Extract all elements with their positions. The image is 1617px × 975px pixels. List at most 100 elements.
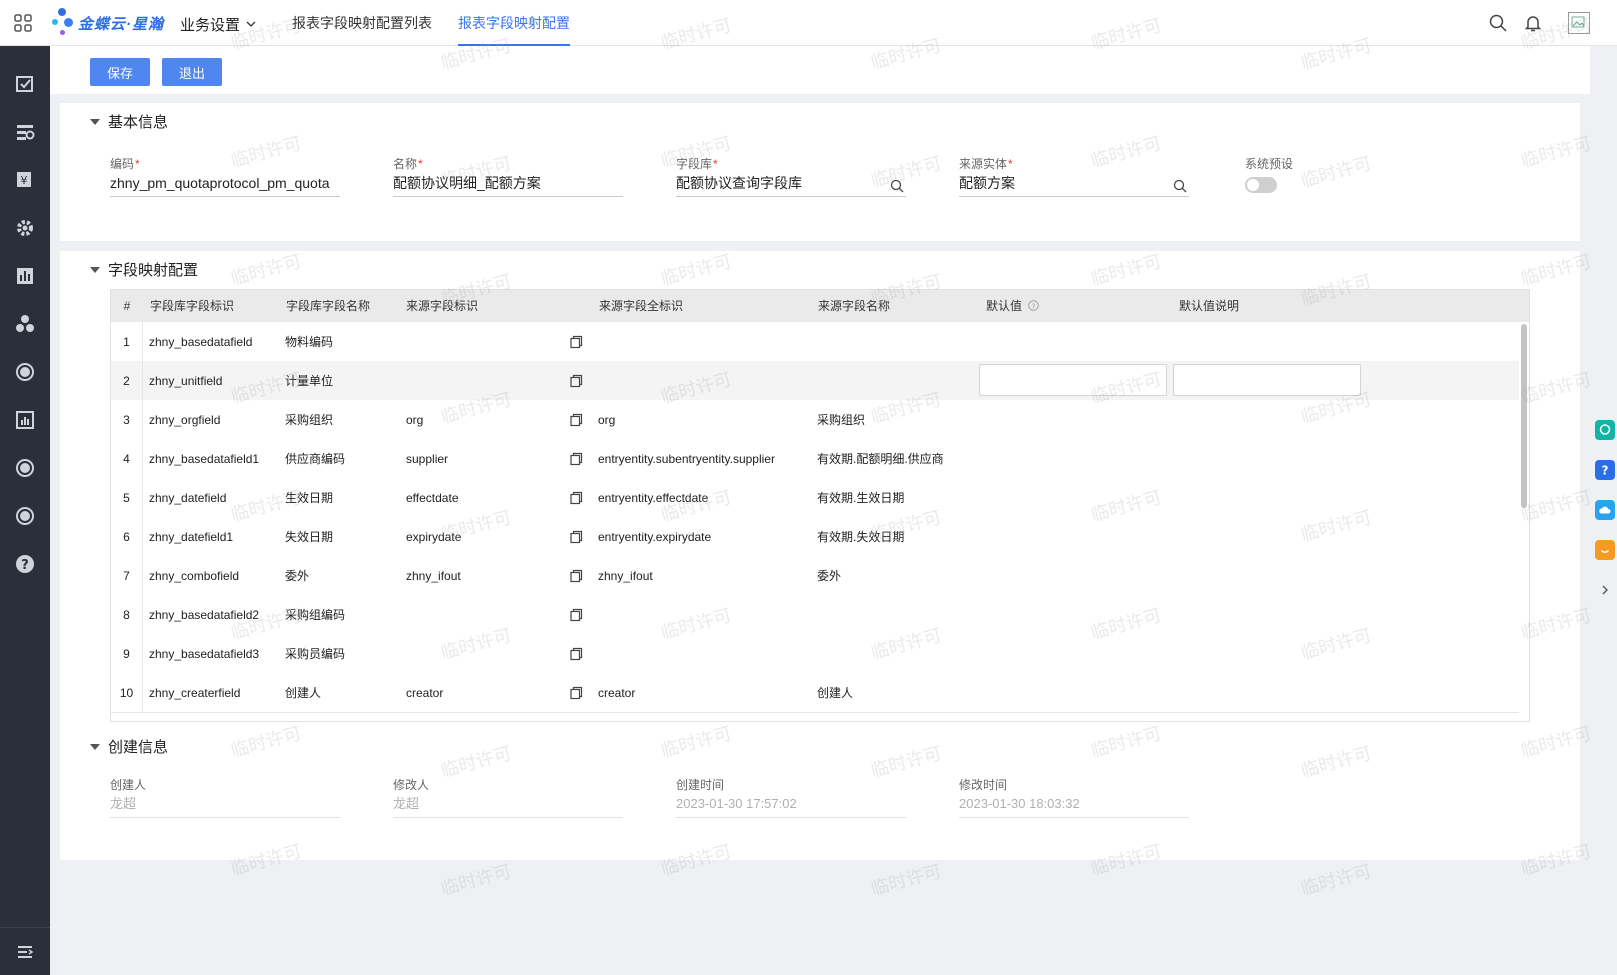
search-icon[interactable] xyxy=(1488,13,1508,33)
exit-button[interactable]: 退出 xyxy=(162,58,222,86)
cell-src-name[interactable]: 有效期.失效日期 xyxy=(817,517,904,557)
cell-key[interactable]: zhny_basedatafield3 xyxy=(149,634,259,674)
cell-src-name[interactable]: 采购组织 xyxy=(817,400,865,440)
help-float-icon[interactable]: ? xyxy=(1595,460,1615,480)
chat-icon[interactable] xyxy=(1595,420,1615,440)
table-row[interactable]: 9 zhny_basedatafield3 采购员编码 xyxy=(111,634,1519,674)
cell-src-key[interactable]: creator xyxy=(406,673,443,713)
cell-key[interactable]: zhny_basedatafield xyxy=(149,322,252,362)
copy-icon[interactable] xyxy=(569,686,583,700)
table-row[interactable]: 2 zhny_unitfield 计量单位 xyxy=(111,361,1519,401)
cell-key[interactable]: zhny_createrfield xyxy=(149,673,240,713)
bell-icon[interactable] xyxy=(1523,13,1543,33)
cell-src-key[interactable]: zhny_ifout xyxy=(406,556,461,596)
cell-key[interactable]: zhny_combofield xyxy=(149,556,239,596)
cell-key[interactable]: zhny_basedatafield2 xyxy=(149,595,259,635)
cloud-icon[interactable] xyxy=(1595,500,1615,520)
default-desc-input[interactable] xyxy=(1173,364,1361,396)
copy-icon[interactable] xyxy=(569,569,583,583)
cell-src-key[interactable]: org xyxy=(406,400,423,440)
save-button[interactable]: 保存 xyxy=(90,58,150,86)
cell-src-full[interactable]: zhny_ifout xyxy=(598,556,653,596)
copy-icon[interactable] xyxy=(569,530,583,544)
cell-src-key[interactable]: supplier xyxy=(406,439,448,479)
preset-toggle[interactable] xyxy=(1245,177,1277,193)
table-row[interactable]: 5 zhny_datefield 生效日期 effectdate entryentity… xyxy=(111,478,1519,518)
column-header[interactable]: 来源字段标识 xyxy=(406,290,478,322)
cell-name[interactable]: 采购组编码 xyxy=(285,595,345,635)
table-row[interactable]: 4 zhny_basedatafield1 供应商编码 supplier entryen… xyxy=(111,439,1519,479)
cell-src-full[interactable]: creator xyxy=(598,673,635,713)
cell-name[interactable]: 计量单位 xyxy=(285,361,333,401)
cell-name[interactable]: 供应商编码 xyxy=(285,439,345,479)
finance-icon[interactable]: ¥ xyxy=(15,170,35,190)
copy-icon[interactable] xyxy=(569,452,583,466)
cell-src-full[interactable]: entryentity.effectdate xyxy=(598,478,708,518)
report-icon[interactable] xyxy=(15,266,35,286)
cell-src-name[interactable]: 创建人 xyxy=(817,673,853,713)
chevron-right-icon[interactable] xyxy=(1595,580,1615,600)
create-info-header[interactable]: 创建信息 xyxy=(90,736,168,757)
collapse-menu-icon[interactable] xyxy=(15,942,35,962)
copy-icon[interactable] xyxy=(569,491,583,505)
cell-name[interactable]: 创建人 xyxy=(285,673,321,713)
search-icon[interactable] xyxy=(890,176,904,193)
column-header[interactable]: 字段库字段名称 xyxy=(286,290,370,322)
basic-info-header[interactable]: 基本信息 xyxy=(90,111,168,132)
copy-icon[interactable] xyxy=(569,413,583,427)
library-input[interactable]: 配额协议查询字段库 xyxy=(676,171,906,197)
table-row[interactable]: 10 zhny_createrfield 创建人 creator creator 创建人 xyxy=(111,673,1519,713)
help-icon[interactable]: ? xyxy=(15,554,35,574)
cell-src-name[interactable]: 委外 xyxy=(817,556,841,596)
column-header[interactable]: 默认值说明 xyxy=(1179,290,1239,322)
cell-src-full[interactable]: entryentity.subentryentity.supplier xyxy=(598,439,775,479)
copy-icon[interactable] xyxy=(569,608,583,622)
column-header[interactable]: 来源字段名称 xyxy=(818,290,890,322)
cell-name[interactable]: 采购组织 xyxy=(285,400,333,440)
source-entity-input[interactable]: 配额方案 xyxy=(959,171,1189,197)
copy-icon[interactable] xyxy=(569,335,583,349)
info-icon[interactable]: ? xyxy=(1028,291,1040,323)
mapping-header[interactable]: 字段映射配置 xyxy=(90,259,198,280)
copy-icon[interactable] xyxy=(569,374,583,388)
table-row[interactable]: 6 zhny_datefield1 失效日期 expirydate entryentit… xyxy=(111,517,1519,557)
tab-mapping-list[interactable]: 报表字段映射配置列表 xyxy=(292,0,432,46)
cell-key[interactable]: zhny_unitfield xyxy=(149,361,222,401)
circle-app-2-icon[interactable] xyxy=(15,458,35,478)
cell-src-full[interactable]: entryentity.expirydate xyxy=(598,517,711,557)
smile-icon[interactable] xyxy=(1595,540,1615,560)
code-input[interactable]: zhny_pm_quotaprotocol_pm_quota xyxy=(110,171,340,197)
circle-app-3-icon[interactable] xyxy=(15,506,35,526)
list-settings-icon[interactable] xyxy=(15,122,35,142)
default-value-header[interactable]: 默认值 ? xyxy=(986,290,1040,323)
cell-key[interactable]: zhny_orgfield xyxy=(149,400,220,440)
cell-src-name[interactable]: 有效期.生效日期 xyxy=(817,478,904,518)
cell-src-key[interactable]: effectdate xyxy=(406,478,459,518)
task-icon[interactable] xyxy=(15,74,35,94)
cell-key[interactable]: zhny_datefield xyxy=(149,478,226,518)
column-header[interactable]: 来源字段全标识 xyxy=(599,290,683,322)
scrollbar-thumb[interactable] xyxy=(1521,324,1527,508)
analytics-icon[interactable] xyxy=(15,410,35,430)
column-header[interactable]: 字段库字段标识 xyxy=(150,290,234,322)
cell-src-name[interactable]: 有效期.配额明细.供应商 xyxy=(817,439,944,479)
default-value-input[interactable] xyxy=(979,364,1167,396)
vertical-scrollbar[interactable] xyxy=(1520,322,1528,721)
app-grid-icon[interactable] xyxy=(14,14,32,32)
cell-name[interactable]: 失效日期 xyxy=(285,517,333,557)
search-icon[interactable] xyxy=(1173,176,1187,193)
table-row[interactable]: 7 zhny_combofield 委外 zhny_ifout zhny_ifout 委外 xyxy=(111,556,1519,596)
cell-key[interactable]: zhny_datefield1 xyxy=(149,517,233,557)
table-row[interactable]: 1 zhny_basedatafield 物料编码 xyxy=(111,322,1519,362)
table-row[interactable]: 8 zhny_basedatafield2 采购组编码 xyxy=(111,595,1519,635)
avatar[interactable] xyxy=(1568,12,1590,34)
cell-name[interactable]: 委外 xyxy=(285,556,309,596)
cell-name[interactable]: 物料编码 xyxy=(285,322,333,362)
modules-icon[interactable] xyxy=(15,314,35,334)
business-settings-menu[interactable]: 业务设置 xyxy=(180,14,256,35)
copy-icon[interactable] xyxy=(569,647,583,661)
cell-name[interactable]: 生效日期 xyxy=(285,478,333,518)
cell-name[interactable]: 采购员编码 xyxy=(285,634,345,674)
name-input[interactable]: 配额协议明细_配额方案 xyxy=(393,171,623,197)
brand-logo[interactable]: 金蝶云·星瀚 xyxy=(52,8,164,38)
